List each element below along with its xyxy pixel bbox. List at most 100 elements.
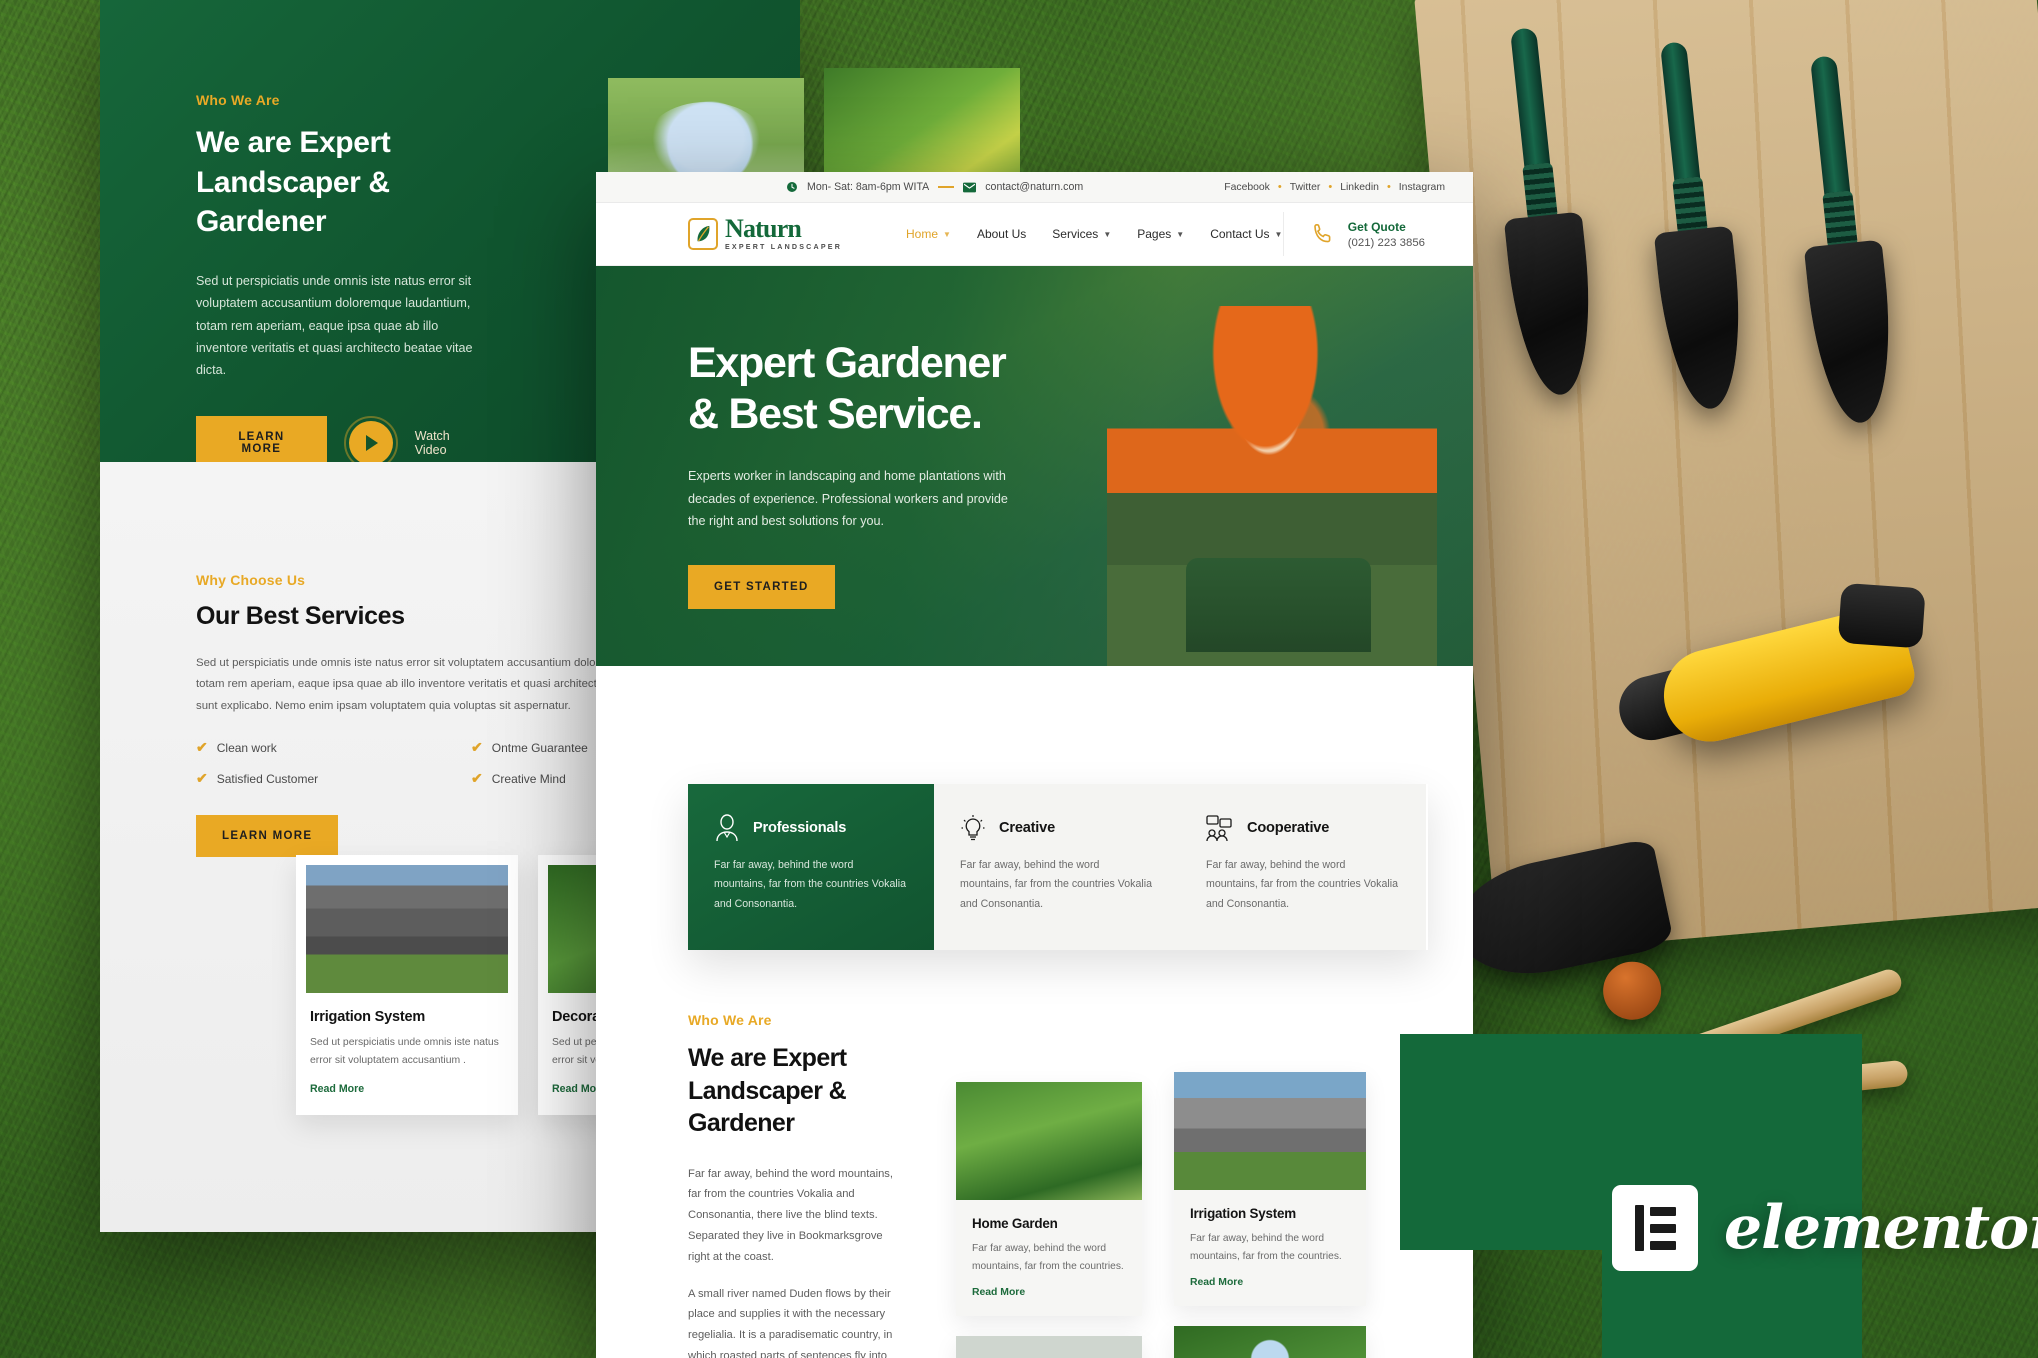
elementor-watermark: elementor	[1612, 1185, 2038, 1271]
service-card-thumbnail	[306, 865, 508, 993]
social-link-instagram[interactable]: Instagram	[1399, 182, 1445, 193]
feature-card-head: Cooperative	[1206, 814, 1400, 842]
about-section: Who We Are We are Expert Landscaper & Ga…	[688, 1012, 903, 1358]
nav-label: About Us	[976, 227, 1027, 241]
about-paragraph-1: Far far away, behind the word mountains,…	[688, 1167, 894, 1263]
hero-title-line2: & Best Service.	[688, 389, 983, 438]
feature-card-title: Professionals	[753, 820, 847, 836]
nav-label: Home	[906, 227, 939, 241]
left-services-learn-more-button[interactable]: LEARN MORE	[196, 815, 339, 858]
service-card-read-more[interactable]: Read More	[310, 1083, 364, 1095]
check-icon: ✔	[471, 770, 483, 787]
left-hero-copy: Who We Are We are Expert Landscaper & Ga…	[196, 92, 476, 462]
chevron-down-icon: ▼	[1176, 229, 1185, 239]
check-icon: ✔	[196, 770, 208, 787]
bullet-icon: •	[1277, 180, 1282, 193]
nav-item-pages[interactable]: Pages ▼	[1137, 227, 1184, 241]
social-link-facebook[interactable]: Facebook	[1224, 182, 1270, 193]
feature-label: Satisfied Customer	[216, 771, 319, 786]
hero-title-line1: Expert Gardener	[688, 339, 1007, 387]
get-started-button[interactable]: GET STARTED	[688, 564, 835, 609]
topbar-email[interactable]: contact@naturn.com	[985, 181, 1083, 193]
navbar: Naturn EXPERT LANDSCAPER Home ▼ About Us…	[596, 203, 1473, 266]
topbar-social-links: Facebook • Twitter • Linkedin • Instagra…	[1224, 180, 1445, 193]
watch-video-label[interactable]: Watch Video	[415, 429, 476, 457]
nav-item-home[interactable]: Home ▼	[906, 227, 951, 241]
bullet-icon: •	[1386, 180, 1391, 193]
elementor-wordmark: elementor	[1724, 1193, 2038, 1263]
get-quote-title: Get Quote	[1347, 219, 1406, 234]
feature-item: ✔ Satisfied Customer	[196, 770, 441, 787]
nav-item-services[interactable]: Services ▼	[1052, 227, 1111, 241]
blog-column-right: Irrigation System Far far away, behind t…	[1174, 1072, 1366, 1358]
mail-icon	[963, 182, 977, 193]
blog-card-flowers[interactable]	[1174, 1326, 1366, 1358]
feature-card-title: Cooperative	[1247, 820, 1330, 836]
hero-copy: Expert Gardener & Best Service. Experts …	[688, 338, 1118, 609]
professional-person-icon	[714, 814, 740, 842]
wooden-board	[1414, 0, 2038, 956]
topbar: Mon- Sat: 8am-6pm WITA contact@naturn.co…	[596, 172, 1473, 203]
service-card[interactable]: Irrigation System Sed ut perspiciatis un…	[296, 855, 518, 1116]
check-icon: ✔	[471, 739, 483, 756]
blog-card-thumbnail	[956, 1336, 1142, 1358]
nav-item-about-us[interactable]: About Us	[977, 227, 1026, 241]
about-title: We are Expert Landscaper & Gardener	[688, 1044, 847, 1137]
blog-card-title: Irrigation System	[1190, 1206, 1296, 1221]
feature-card-text: Far far away, behind the word mountains,…	[714, 859, 906, 910]
hero-title: Expert Gardener & Best Service.	[688, 338, 1118, 439]
feature-card-head: Creative	[960, 814, 1154, 842]
topbar-divider	[938, 186, 955, 188]
logo-tagline: EXPERT LANDSCAPER	[725, 243, 843, 252]
blog-column-left: Home Garden Far far away, behind the wor…	[956, 1082, 1142, 1358]
nav-label: Services	[1052, 227, 1099, 241]
blog-card-pool[interactable]	[956, 1336, 1142, 1358]
get-quote-block[interactable]: Get Quote (021) 223 3856	[1282, 212, 1425, 256]
get-quote-text: Get Quote (021) 223 3856	[1348, 220, 1425, 249]
feature-label: Clean work	[216, 740, 277, 755]
chevron-down-icon: ▼	[1103, 229, 1112, 239]
blog-card-thumbnail	[1174, 1072, 1366, 1190]
left-hero-paragraph: Sed ut perspiciatis unde omnis iste natu…	[196, 273, 473, 378]
chevron-down-icon: ▼	[1274, 229, 1283, 239]
chevron-down-icon: ▼	[943, 229, 951, 239]
elementor-logo-icon	[1612, 1185, 1698, 1271]
feature-card-cooperative[interactable]: Cooperative Far far away, behind the wor…	[1180, 784, 1426, 950]
nav-label: Contact Us	[1210, 227, 1270, 241]
nav-item-contact-us[interactable]: Contact Us ▼	[1210, 227, 1282, 241]
site-logo[interactable]: Naturn EXPERT LANDSCAPER	[688, 216, 842, 251]
nav-label: Pages	[1137, 227, 1172, 241]
blog-card-thumbnail	[956, 1082, 1142, 1200]
play-video-button[interactable]	[343, 415, 398, 462]
hero-paragraph: Experts worker in landscaping and home p…	[688, 469, 1008, 529]
social-link-linkedin[interactable]: Linkedin	[1340, 182, 1379, 193]
social-link-twitter[interactable]: Twitter	[1290, 182, 1321, 193]
logo-name: Naturn	[725, 214, 802, 244]
leaf-logo-icon	[688, 218, 718, 250]
blog-card-irrigation-system[interactable]: Irrigation System Far far away, behind t…	[1174, 1072, 1366, 1307]
logo-wordmark: Naturn EXPERT LANDSCAPER	[725, 216, 842, 251]
left-learn-more-button[interactable]: LEARN MORE	[196, 415, 327, 462]
about-eyebrow: Who We Are	[688, 1012, 772, 1028]
blog-card-home-garden[interactable]: Home Garden Far far away, behind the wor…	[956, 1082, 1142, 1317]
clock-icon	[786, 181, 798, 193]
feature-card-creative[interactable]: Creative Far far away, behind the word m…	[934, 784, 1180, 950]
left-hero-eyebrow: Who We Are	[196, 92, 280, 108]
get-quote-phone[interactable]: (021) 223 3856	[1348, 237, 1425, 249]
blog-card-text: Far far away, behind the word mountains,…	[1190, 1233, 1342, 1262]
nav-menu: Home ▼ About Us Services ▼ Pages ▼ Conta…	[906, 227, 1282, 241]
blog-card-read-more[interactable]: Read More	[972, 1287, 1025, 1298]
feature-item: ✔ Clean work	[196, 739, 441, 756]
hero-section: Expert Gardener & Best Service. Experts …	[596, 266, 1473, 666]
check-icon: ✔	[196, 739, 208, 756]
blog-card-read-more[interactable]: Read More	[1190, 1277, 1243, 1288]
feature-label: Creative Mind	[491, 771, 566, 786]
feature-card-head: Professionals	[714, 814, 908, 842]
feature-card-professionals[interactable]: Professionals Far far away, behind the w…	[688, 784, 934, 950]
blog-card-title: Home Garden	[972, 1216, 1058, 1231]
feature-cards-row: Professionals Far far away, behind the w…	[688, 784, 1428, 950]
lightbulb-icon	[960, 814, 986, 842]
about-paragraph-2: A small river named Duden flows by their…	[688, 1287, 893, 1358]
topbar-hours: Mon- Sat: 8am-6pm WITA	[807, 181, 930, 193]
topbar-contact-group: Mon- Sat: 8am-6pm WITA contact@naturn.co…	[786, 181, 1083, 193]
